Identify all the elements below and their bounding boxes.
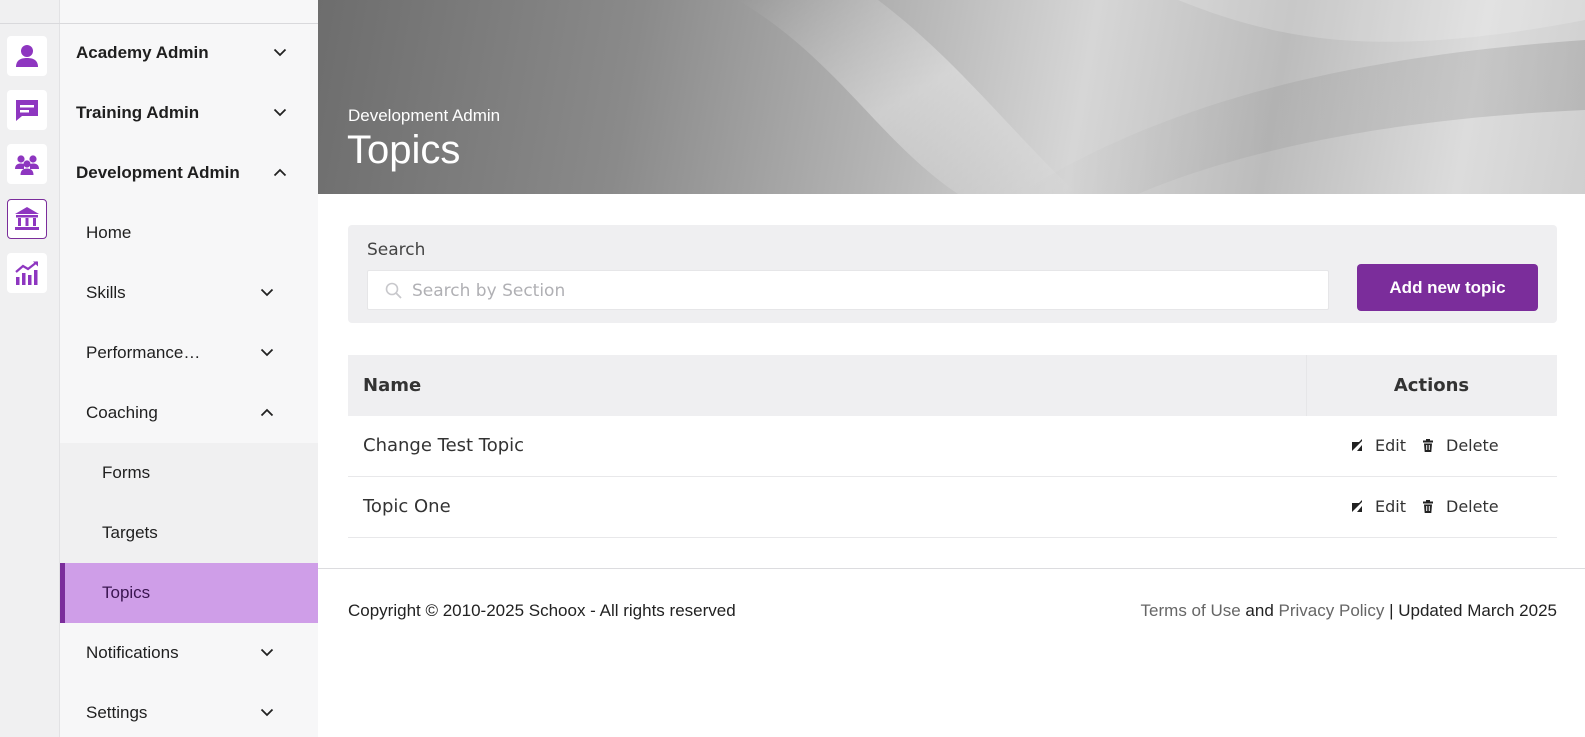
sidebar-item-label: Targets xyxy=(102,523,158,542)
column-header-name[interactable]: Name xyxy=(363,375,421,396)
footer-and-text: and xyxy=(1245,601,1274,620)
sidebar-item-development-admin[interactable]: Development Admin xyxy=(60,143,318,203)
chat-icon xyxy=(16,100,38,121)
edit-button[interactable]: Edit xyxy=(1351,436,1406,455)
sidebar-item-targets[interactable]: Targets xyxy=(60,503,318,563)
chevron-down-icon xyxy=(273,108,287,118)
privacy-policy-link[interactable]: Privacy Policy xyxy=(1279,601,1385,620)
edit-label: Edit xyxy=(1375,436,1406,455)
search-placeholder: Search by Section xyxy=(412,281,566,301)
delete-button[interactable]: Delete xyxy=(1422,497,1499,516)
menu-top-divider xyxy=(60,0,318,24)
footer-divider xyxy=(318,568,1585,569)
copyright-text: Copyright © 2010-2025 Schoox - All right… xyxy=(348,601,736,620)
sidebar-item-notifications[interactable]: Notifications xyxy=(60,623,318,683)
chevron-up-icon xyxy=(260,408,274,418)
topic-name: Change Test Topic xyxy=(363,435,525,456)
institution-icon xyxy=(15,207,39,230)
sidebar-item-label: Notifications xyxy=(86,643,179,662)
rail-top-divider xyxy=(0,0,60,24)
column-header-actions: Actions xyxy=(1393,375,1470,396)
edit-label: Edit xyxy=(1375,497,1406,516)
sidebar-menu: Academy Admin Training Admin Development… xyxy=(60,0,318,737)
rail-groups-button[interactable] xyxy=(7,144,47,184)
terms-of-use-link[interactable]: Terms of Use xyxy=(1141,601,1241,620)
sidebar-item-label: Academy Admin xyxy=(76,43,209,62)
edit-button[interactable]: Edit xyxy=(1351,497,1406,516)
users-icon xyxy=(15,155,39,175)
breadcrumb: Development Admin xyxy=(348,106,501,125)
chevron-down-icon xyxy=(273,48,287,58)
delete-button[interactable]: Delete xyxy=(1422,436,1499,455)
page-title: Topics xyxy=(347,128,461,172)
rail-analytics-button[interactable] xyxy=(7,253,47,293)
footer-legal: Terms of Use and Privacy Policy | Update… xyxy=(1141,601,1557,621)
header-background-graphic xyxy=(738,0,1585,194)
sidebar-item-topics[interactable]: Topics xyxy=(60,563,318,623)
person-icon xyxy=(16,45,38,67)
rail-institution-button[interactable] xyxy=(7,199,47,239)
add-topic-button[interactable]: Add new topic xyxy=(1357,264,1538,311)
edit-icon xyxy=(1352,439,1362,451)
page-header-banner: Development Admin Topics xyxy=(318,0,1585,194)
edit-icon xyxy=(1352,500,1362,512)
table-header: Name Actions xyxy=(348,355,1557,416)
rail-messages-button[interactable] xyxy=(7,90,47,130)
table-row: Change Test Topic Edit Delete xyxy=(348,416,1557,477)
trash-icon xyxy=(1423,500,1433,513)
analytics-icon xyxy=(15,261,38,285)
delete-label: Delete xyxy=(1446,436,1499,455)
search-input[interactable]: Search by Section xyxy=(367,270,1329,310)
sidebar-item-skills[interactable]: Skills xyxy=(60,263,318,323)
footer-updated-text: | Updated March 2025 xyxy=(1389,601,1557,620)
trash-icon xyxy=(1423,439,1433,452)
chevron-down-icon xyxy=(260,708,274,718)
search-panel: Search Search by Section Add new topic xyxy=(348,225,1557,323)
sidebar-item-training-admin[interactable]: Training Admin xyxy=(60,83,318,143)
search-icon xyxy=(385,282,402,299)
icon-rail xyxy=(0,0,60,737)
chevron-down-icon xyxy=(260,348,274,358)
sidebar-item-settings[interactable]: Settings xyxy=(60,683,318,737)
rail-profile-button[interactable] xyxy=(7,36,47,76)
sidebar-item-label: Skills xyxy=(86,283,126,302)
sidebar-item-label: Coaching xyxy=(86,403,158,422)
sidebar-item-forms[interactable]: Forms xyxy=(60,443,318,503)
search-label: Search xyxy=(367,240,426,260)
sidebar-item-label: Settings xyxy=(86,703,148,722)
sidebar-item-label: Home xyxy=(86,223,132,242)
sidebar-item-label: Development Admin xyxy=(76,163,240,182)
sidebar-item-home[interactable]: Home xyxy=(60,203,318,263)
sidebar-item-label: Forms xyxy=(102,463,151,482)
sidebar-item-academy-admin[interactable]: Academy Admin xyxy=(60,23,318,83)
delete-label: Delete xyxy=(1446,497,1499,516)
chevron-down-icon xyxy=(260,288,274,298)
sidebar-item-label: Performance… xyxy=(86,343,201,362)
sidebar-item-coaching[interactable]: Coaching xyxy=(60,383,318,443)
topic-name: Topic One xyxy=(363,496,451,517)
chevron-down-icon xyxy=(260,648,274,658)
sidebar-item-label: Topics xyxy=(102,583,151,602)
table-row: Topic One Edit Delete xyxy=(348,477,1557,538)
chevron-up-icon xyxy=(273,168,287,178)
sidebar-item-performance[interactable]: Performance… xyxy=(60,323,318,383)
sidebar-item-label: Training Admin xyxy=(76,103,200,122)
